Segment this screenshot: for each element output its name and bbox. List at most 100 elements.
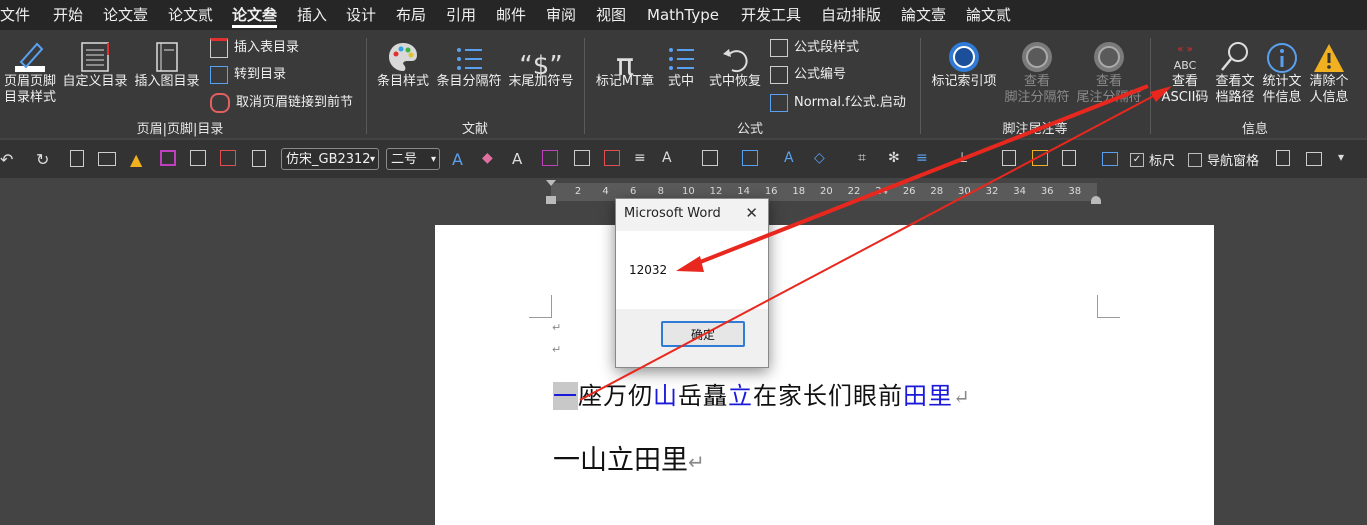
- view-ascii-code-button[interactable]: « » ABC 查看 ASCII码: [1158, 36, 1212, 106]
- ruler-tick-label: 14: [737, 186, 750, 197]
- entry-separator-button[interactable]: 条目分隔符: [434, 36, 504, 90]
- menu-tab-review[interactable]: 审阅: [546, 0, 576, 30]
- paragraph-mark: ↵: [688, 450, 705, 474]
- mark-mt-chapter-button[interactable]: π 标记MT章: [592, 36, 658, 90]
- formula-list-icon: [669, 48, 694, 70]
- view-document-path-button[interactable]: 查看文 档路径: [1212, 36, 1258, 106]
- table-icon[interactable]: [574, 150, 590, 166]
- grid-icon[interactable]: [702, 150, 718, 166]
- ruler-tick-label: 24: [875, 186, 888, 197]
- open-folder-icon[interactable]: [98, 152, 116, 166]
- format-painter-icon[interactable]: A: [662, 150, 680, 168]
- menu-tab-autoformat[interactable]: 自动排版: [821, 0, 881, 30]
- menu-tab-paper1-trad[interactable]: 論文壹: [901, 0, 946, 30]
- right-indent-marker[interactable]: [1091, 196, 1101, 204]
- chevron-down-icon[interactable]: ▾: [1338, 150, 1356, 168]
- formula-paragraph-style-button[interactable]: 公式段样式: [770, 36, 859, 60]
- undo-icon[interactable]: ↶: [0, 150, 18, 169]
- spacing-icon[interactable]: ⊥: [956, 150, 974, 168]
- menu-tab-paper3[interactable]: 论文叁: [232, 0, 278, 30]
- menu-tab-developer[interactable]: 开发工具: [741, 0, 801, 30]
- menu-tab-references[interactable]: 引用: [446, 0, 476, 30]
- border-icon[interactable]: [742, 150, 758, 166]
- file-statistics-button[interactable]: 统计文 件信息: [1258, 36, 1306, 106]
- insert-figure-toc-button[interactable]: 插入图目录: [132, 36, 202, 90]
- unlink-header-button[interactable]: 取消页眉链接到前节: [210, 91, 353, 115]
- dialog-titlebar[interactable]: Microsoft Word ✕: [616, 199, 768, 231]
- inline-formula-button[interactable]: 式中: [660, 36, 702, 90]
- ruler-tick-label: 8: [657, 186, 664, 197]
- mark-index-entry-button[interactable]: 标记索引项: [928, 36, 1000, 90]
- normal-formula-start-button[interactable]: Normal.f公式.启动: [770, 91, 906, 115]
- menu-tab-home[interactable]: 开始: [53, 0, 83, 30]
- redo-icon[interactable]: ↻: [36, 150, 54, 169]
- list-icon[interactable]: ≡: [916, 150, 934, 168]
- insert-table-toc-button[interactable]: 插入表目录: [210, 36, 299, 60]
- ruler-tick-label: 32: [985, 186, 999, 197]
- new-page-icon[interactable]: [1276, 150, 1290, 166]
- goto-toc-button[interactable]: 转到目录: [210, 63, 286, 87]
- first-line-indent-marker[interactable]: [546, 180, 556, 186]
- entry-style-button[interactable]: 条目样式: [374, 36, 432, 90]
- save-icon[interactable]: [160, 150, 176, 166]
- textbox-icon[interactable]: A: [784, 150, 802, 168]
- ruler-tick-label: 26: [902, 186, 916, 197]
- text-effect-icon[interactable]: A: [512, 150, 530, 168]
- font-size-select[interactable]: 二号 ▾: [386, 148, 440, 170]
- navigation-pane-checkbox[interactable]: 导航窗格: [1188, 150, 1259, 169]
- menu-tab-paper1[interactable]: 论文壹: [103, 0, 148, 30]
- pdf-icon[interactable]: [220, 150, 236, 166]
- picture-icon[interactable]: [1102, 152, 1118, 166]
- menu-bar: 文件 开始 论文壹 论文贰 论文叁 插入 设计 布局 引用 邮件 审阅 视图 M…: [0, 0, 1367, 30]
- document-icon[interactable]: [252, 150, 266, 167]
- menu-tab-paper2-trad[interactable]: 論文贰: [966, 0, 1011, 30]
- menu-tab-mathtype[interactable]: MathType: [647, 0, 719, 30]
- menu-tab-paper2[interactable]: 论文贰: [168, 0, 213, 30]
- view-endnote-separator-button[interactable]: 查看 尾注分隔符: [1074, 36, 1144, 106]
- italic-a-icon[interactable]: A: [452, 150, 470, 169]
- highlight-icon[interactable]: [1032, 150, 1048, 166]
- bullet-list-icon: [457, 48, 482, 70]
- document-icon[interactable]: [1062, 150, 1076, 166]
- menu-tab-layout[interactable]: 布局: [396, 0, 426, 30]
- shapes-icon[interactable]: ◇: [814, 150, 832, 168]
- menu-tab-mailings[interactable]: 邮件: [496, 0, 526, 30]
- page-icon[interactable]: [1002, 150, 1016, 166]
- group-label-formula: 公式: [736, 122, 763, 137]
- formula-number-button[interactable]: 公式编号: [770, 63, 846, 87]
- ruler-checkbox[interactable]: ✓ 标尺: [1130, 150, 1175, 169]
- ruler-tick-label: 30: [958, 186, 971, 197]
- close-icon[interactable]: ✕: [745, 204, 758, 222]
- custom-toc-button[interactable]: 自定义目录: [62, 36, 128, 90]
- document-line-1[interactable]: 一座万仞山岳矗立在家长们眼前田里↵: [553, 376, 971, 411]
- header-footer-toc-style-button[interactable]: 页眉页脚 目录样式: [0, 36, 60, 106]
- left-indent-marker[interactable]: [546, 196, 556, 204]
- clear-personal-info-button[interactable]: 清除个 人信息: [1306, 36, 1352, 106]
- selected-char[interactable]: 一: [553, 382, 578, 410]
- image-icon[interactable]: [542, 150, 558, 166]
- snowflake-icon[interactable]: ✻: [888, 150, 906, 168]
- save-as-icon[interactable]: [190, 150, 206, 166]
- target-icon: [949, 42, 979, 72]
- append-symbol-button[interactable]: “$” 末尾加符号: [506, 36, 576, 90]
- new-document-icon[interactable]: [70, 150, 84, 167]
- menu-tab-design[interactable]: 设计: [346, 0, 376, 30]
- menu-tab-view[interactable]: 视图: [596, 0, 626, 30]
- menu-tab-file[interactable]: 文件: [0, 0, 30, 30]
- ruler-tick-label: 20: [820, 186, 833, 197]
- eraser-icon[interactable]: ◆: [482, 150, 500, 168]
- book-icon: [156, 42, 178, 72]
- document-line-2[interactable]: 一山立田里↵: [553, 438, 705, 477]
- screenshot-icon[interactable]: [1306, 152, 1322, 166]
- document-page[interactable]: ↵ ↵ 一座万仞山岳矗立在家长们眼前田里↵ 一山立田里↵: [435, 225, 1214, 525]
- unlink-icon: [210, 93, 230, 113]
- inline-restore-button[interactable]: 式中恢复: [704, 36, 766, 90]
- warning-small-icon[interactable]: ▲: [130, 150, 148, 169]
- menu-tab-insert[interactable]: 插入: [297, 0, 327, 30]
- align-icon[interactable]: ≡: [634, 150, 652, 168]
- view-footnote-separator-button[interactable]: 查看 脚注分隔符: [1002, 36, 1072, 106]
- record-icon[interactable]: [604, 150, 620, 166]
- crop-icon[interactable]: ⌗: [858, 150, 876, 168]
- font-name-select[interactable]: 仿宋_GB2312 ▾: [281, 148, 379, 170]
- ok-button[interactable]: 确定: [661, 321, 745, 347]
